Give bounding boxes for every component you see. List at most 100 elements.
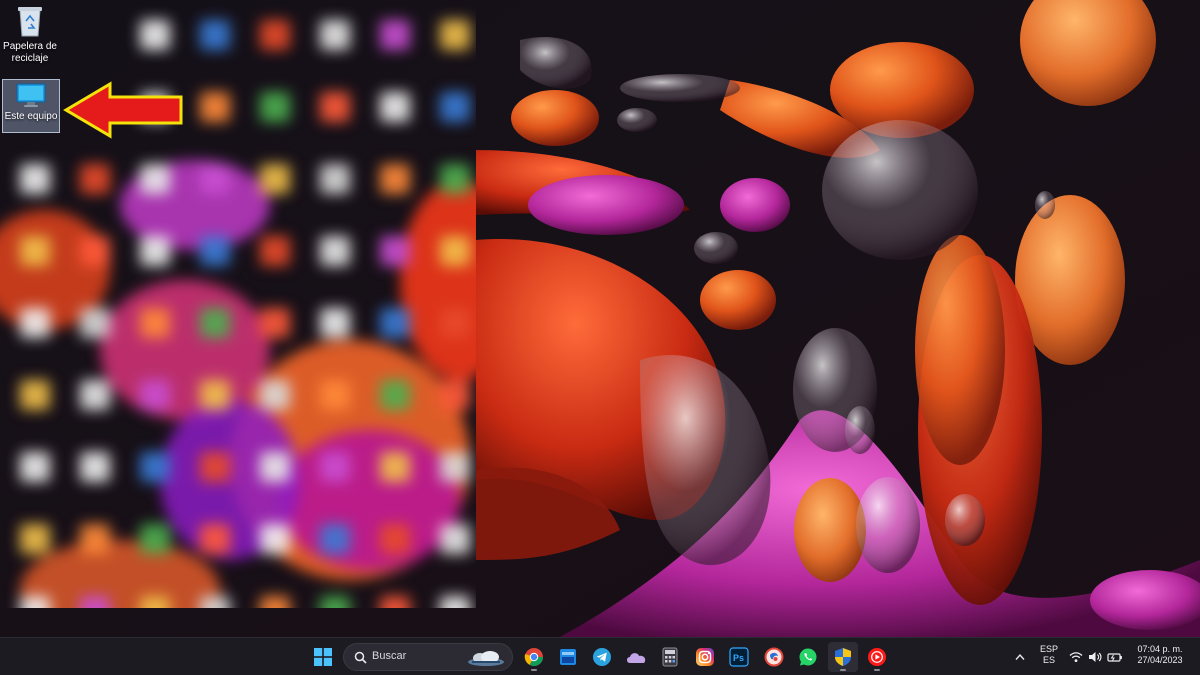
blurred-desktop-icon xyxy=(380,524,410,554)
desktop-icon-recycle-bin[interactable]: Papelera de reciclaje xyxy=(1,2,59,65)
show-hidden-icons-button[interactable] xyxy=(1006,642,1034,672)
start-button[interactable] xyxy=(308,642,338,672)
recycle-bin-icon xyxy=(18,7,42,37)
blurred-desktop-icon xyxy=(320,164,350,194)
blurred-desktop-icon xyxy=(440,524,470,554)
keyboard-layout: ES xyxy=(1042,655,1055,665)
blurred-desktop-icon xyxy=(260,596,290,608)
blurred-desktop-icon xyxy=(140,524,170,554)
quick-settings-button[interactable] xyxy=(1066,644,1126,670)
youtube-music-icon xyxy=(868,648,886,666)
blurred-desktop-icon xyxy=(20,236,50,266)
windows-start-icon xyxy=(314,648,332,666)
blurred-blob xyxy=(280,430,460,570)
blurred-blob xyxy=(100,280,270,420)
this-pc-label: Este equipo xyxy=(4,111,58,122)
blurred-desktop-icon xyxy=(260,308,290,338)
blurred-desktop-icon xyxy=(260,92,290,122)
chevron-up-icon xyxy=(1015,653,1025,660)
monitor-icon xyxy=(16,83,46,107)
blurred-desktop-icon xyxy=(380,164,410,194)
taskbar: Buscar Ps ESP ES 07:04 p. m. 27/04/2023 xyxy=(0,637,1200,675)
blurred-desktop-icon xyxy=(140,452,170,482)
language-indicator[interactable]: ESP ES xyxy=(1036,644,1062,666)
blurred-desktop-icon xyxy=(260,236,290,266)
blurred-desktop-icon xyxy=(320,452,350,482)
clock[interactable]: 07:04 p. m. 27/04/2023 xyxy=(1128,644,1192,666)
taskbar-photoshop[interactable]: Ps xyxy=(724,642,754,672)
blurred-desktop-icon xyxy=(20,524,50,554)
blurred-desktop-icon xyxy=(200,164,230,194)
blurred-desktop-icon xyxy=(200,596,230,608)
taskbar-app-window[interactable] xyxy=(553,642,583,672)
clock-time: 07:04 p. m. xyxy=(1137,644,1183,654)
blurred-desktop-icon xyxy=(200,524,230,554)
blurred-desktop-icon xyxy=(440,596,470,608)
taskbar-security[interactable] xyxy=(828,642,858,672)
calculator-icon xyxy=(662,647,678,667)
search-placeholder: Buscar xyxy=(372,650,407,662)
whatsapp-icon xyxy=(799,648,817,666)
blurred-desktop-icon xyxy=(200,380,230,410)
taskbar-youtube-music[interactable] xyxy=(862,642,892,672)
blurred-desktop-icon xyxy=(80,596,110,608)
blurred-desktop-icon xyxy=(260,380,290,410)
taskbar-chrome[interactable] xyxy=(519,642,549,672)
blurred-desktop-icon xyxy=(260,452,290,482)
blurred-desktop-icon xyxy=(320,236,350,266)
svg-text:Ps: Ps xyxy=(733,653,744,663)
blurred-blob xyxy=(400,180,476,380)
onedrive-icon xyxy=(627,653,646,663)
blurred-desktop-icon xyxy=(380,236,410,266)
language-code: ESP xyxy=(1039,644,1058,654)
blurred-desktop-icon xyxy=(80,236,110,266)
taskbar-whatsapp[interactable] xyxy=(793,642,823,672)
volume-icon xyxy=(1088,652,1102,662)
blurred-desktop-icon xyxy=(440,452,470,482)
wifi-icon xyxy=(1069,652,1083,662)
blurred-desktop-icon xyxy=(260,524,290,554)
blurred-desktop-icon xyxy=(140,164,170,194)
blurred-desktop-icon xyxy=(380,308,410,338)
blurred-desktop-icon xyxy=(80,308,110,338)
blurred-desktop-icon xyxy=(320,380,350,410)
browser-icon xyxy=(764,647,784,667)
annotation-arrow-icon xyxy=(63,81,183,139)
blurred-desktop-icon xyxy=(440,164,470,194)
instagram-icon xyxy=(696,648,714,666)
blurred-desktop-icon xyxy=(320,308,350,338)
taskbar-search[interactable]: Buscar xyxy=(343,643,513,671)
telegram-icon xyxy=(593,648,611,666)
blurred-desktop-icon xyxy=(20,596,50,608)
blurred-blob xyxy=(20,540,220,608)
search-icon xyxy=(354,651,367,664)
recycle-bin-label: Papelera de reciclaje xyxy=(3,41,57,64)
blurred-desktop-icon xyxy=(320,92,350,122)
photoshop-icon: Ps xyxy=(729,647,749,667)
desktop-icon-this-pc[interactable]: Este equipo xyxy=(2,79,60,133)
blurred-desktop-icon xyxy=(380,20,410,50)
taskbar-calculator[interactable] xyxy=(655,642,685,672)
blurred-desktop-icon xyxy=(380,596,410,608)
taskbar-onedrive[interactable] xyxy=(621,642,651,672)
shield-icon xyxy=(835,648,851,666)
battery-plug-icon xyxy=(1107,653,1123,662)
blurred-desktop-icon xyxy=(320,524,350,554)
taskbar-instagram[interactable] xyxy=(690,642,720,672)
blurred-desktop-icon xyxy=(380,92,410,122)
blurred-desktop-icon xyxy=(140,20,170,50)
blurred-desktop-icon xyxy=(320,20,350,50)
blurred-desktop-icon xyxy=(80,164,110,194)
taskbar-telegram[interactable] xyxy=(587,642,617,672)
blurred-desktop-icon xyxy=(260,20,290,50)
chrome-icon xyxy=(524,648,543,667)
blurred-desktop-icon xyxy=(80,452,110,482)
taskbar-browser[interactable] xyxy=(759,642,789,672)
blurred-desktop-icon xyxy=(200,236,230,266)
blurred-desktop-icon xyxy=(200,452,230,482)
blurred-desktop-icon xyxy=(140,236,170,266)
blurred-desktop-icon xyxy=(380,380,410,410)
blurred-desktop-icon xyxy=(440,20,470,50)
blurred-desktop-icon xyxy=(320,596,350,608)
blurred-desktop-icon xyxy=(200,308,230,338)
